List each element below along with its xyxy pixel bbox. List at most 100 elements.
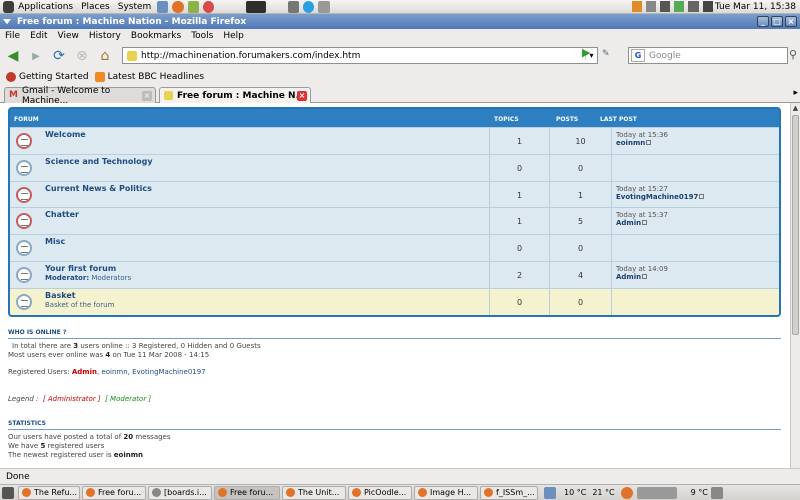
tab-list-button[interactable]: ▸	[793, 88, 798, 98]
go-button[interactable]: ▶	[582, 46, 590, 59]
close-tab-button[interactable]: ×	[142, 90, 152, 101]
places-menu[interactable]: Places	[77, 2, 114, 12]
url-bar[interactable]: http://machinenation.forumakers.com/inde…	[122, 47, 598, 64]
menu-tools[interactable]: Tools	[186, 31, 218, 41]
menu-bookmarks[interactable]: Bookmarks	[126, 31, 186, 41]
tab-free-forum[interactable]: Free forum : Machine N... ×	[159, 87, 311, 103]
search-box[interactable]: G Google	[628, 47, 788, 64]
signal-icon[interactable]	[659, 1, 671, 12]
taskbar-item[interactable]: f_ISSm_...	[480, 485, 538, 500]
taskbar-item[interactable]: [boards.i...	[148, 485, 212, 500]
bookmark-getting-started[interactable]: Getting Started	[6, 72, 89, 82]
clock[interactable]: Tue Mar 11, 15:38	[715, 2, 800, 12]
tab-gmail[interactable]: M Gmail - Welcome to Machine... ×	[4, 86, 156, 106]
workspace-switcher[interactable]	[636, 486, 677, 499]
stop-button[interactable]: ⊗	[72, 46, 92, 66]
taskbar-item-active[interactable]: Free foru...	[214, 485, 280, 500]
scrollbar-thumb[interactable]	[792, 115, 799, 335]
legend-administrator[interactable]: [ Administrator ]	[43, 395, 101, 403]
forum-link[interactable]: Science and Technology	[45, 157, 153, 166]
reload-button[interactable]: ⟳	[49, 46, 69, 66]
forum-link[interactable]: Current News & Politics	[45, 184, 152, 193]
app-launcher-icon[interactable]	[157, 0, 169, 13]
task-label: Free foru...	[230, 488, 274, 497]
forum-row: Your first forum Moderator: Moderators 2…	[10, 260, 779, 288]
taskbar-item[interactable]: The Refu...	[18, 485, 80, 500]
menu-help[interactable]: Help	[218, 31, 249, 41]
volume-icon[interactable]	[688, 1, 699, 12]
back-button[interactable]: ◀	[3, 46, 23, 66]
forum-link[interactable]: Welcome	[45, 130, 86, 139]
forum-link[interactable]: Basket	[45, 291, 76, 300]
skype-icon[interactable]	[303, 0, 315, 13]
bookmark-bbc-headlines[interactable]: Latest BBC Headlines	[94, 72, 204, 82]
gnome-foot-icon[interactable]	[3, 0, 15, 13]
extension-icon[interactable]: ✎	[602, 49, 616, 61]
maximize-button[interactable]: □	[771, 16, 783, 27]
close-window-button[interactable]: ×	[785, 16, 797, 27]
show-desktop-icon[interactable]	[2, 486, 14, 499]
launcher-icon[interactable]	[318, 0, 330, 13]
user-link-eoinmn[interactable]: eoinmn	[101, 368, 127, 376]
scroll-up-button[interactable]: ▲	[791, 103, 800, 113]
menu-file[interactable]: File	[0, 31, 25, 41]
launcher-icon[interactable]	[288, 0, 300, 13]
network-icon[interactable]	[645, 1, 656, 12]
search-engine-icon[interactable]: G	[631, 49, 645, 62]
weather-2[interactable]: 21 °C	[592, 488, 614, 497]
vertical-scrollbar[interactable]: ▲	[790, 103, 800, 468]
tray-icon[interactable]	[631, 1, 642, 12]
applications-menu[interactable]: Applications	[14, 2, 77, 12]
view-latest-post-icon[interactable]	[699, 193, 705, 199]
taskbar-item[interactable]: Free foru...	[82, 485, 146, 500]
last-post-user[interactable]: EvotingMachine0197	[616, 193, 698, 201]
forum-link[interactable]: Your first forum	[45, 264, 116, 273]
taskbar-item[interactable]: Image H...	[414, 485, 478, 500]
close-tab-button[interactable]: ×	[297, 90, 307, 101]
url-text[interactable]: http://machinenation.forumakers.com/inde…	[141, 51, 585, 61]
last-post-user[interactable]: Admin	[616, 273, 641, 281]
legend-moderator[interactable]: [ Moderator ]	[105, 395, 151, 403]
view-latest-post-icon[interactable]	[642, 220, 648, 226]
menu-edit[interactable]: Edit	[25, 31, 52, 41]
menu-history[interactable]: History	[84, 31, 126, 41]
post-count: 0	[550, 154, 612, 181]
firefox-launcher-icon[interactable]	[172, 0, 184, 13]
tray-icon[interactable]	[702, 1, 713, 12]
forum-link[interactable]: Chatter	[45, 210, 79, 219]
help-launcher-icon[interactable]	[202, 0, 214, 13]
window-titlebar[interactable]: Free forum : Machine Nation - Mozilla Fi…	[0, 14, 800, 29]
launcher-icon[interactable]	[187, 0, 199, 13]
search-icon[interactable]: ⚲	[789, 48, 797, 61]
menu-view[interactable]: View	[53, 31, 84, 41]
forum-status-icon	[16, 240, 32, 257]
search-input[interactable]: Google	[649, 51, 787, 61]
forum-link[interactable]: Misc	[45, 237, 65, 246]
forum-moderators: Moderator: Moderators	[45, 274, 131, 282]
taskbar-item[interactable]: The Unit...	[282, 485, 346, 500]
last-post-user[interactable]: Admin	[616, 219, 641, 227]
forum-status-icon	[16, 186, 32, 203]
weather-1[interactable]: 10 °C	[564, 488, 586, 497]
weather-3[interactable]: 9 °C	[691, 488, 708, 497]
forum-row: Misc 0 0	[10, 234, 779, 261]
user-link-evotingmachine[interactable]: EvotingMachine0197	[132, 368, 206, 376]
battery-icon[interactable]	[674, 1, 685, 12]
newest-user-link[interactable]: eoinmn	[114, 451, 143, 459]
firefox-icon[interactable]	[620, 486, 633, 499]
forward-button[interactable]: ▶	[26, 46, 46, 66]
folder-icon[interactable]	[544, 486, 556, 499]
moderators-link[interactable]: Moderators	[91, 274, 131, 282]
view-latest-post-icon[interactable]	[646, 140, 652, 145]
system-monitor-icon[interactable]	[245, 0, 267, 13]
taskbar-item[interactable]: PicOodle...	[348, 485, 412, 500]
stats-users-suffix: registered users	[47, 442, 105, 450]
home-button[interactable]: ⌂	[95, 46, 115, 66]
trash-icon[interactable]	[710, 486, 723, 499]
user-link-admin[interactable]: Admin	[72, 368, 97, 376]
view-latest-post-icon[interactable]	[642, 273, 648, 279]
window-menu-icon[interactable]	[3, 19, 11, 25]
minimize-button[interactable]: _	[757, 16, 769, 27]
system-menu[interactable]: System	[114, 2, 156, 12]
last-post-user[interactable]: eoinmn	[616, 139, 645, 147]
